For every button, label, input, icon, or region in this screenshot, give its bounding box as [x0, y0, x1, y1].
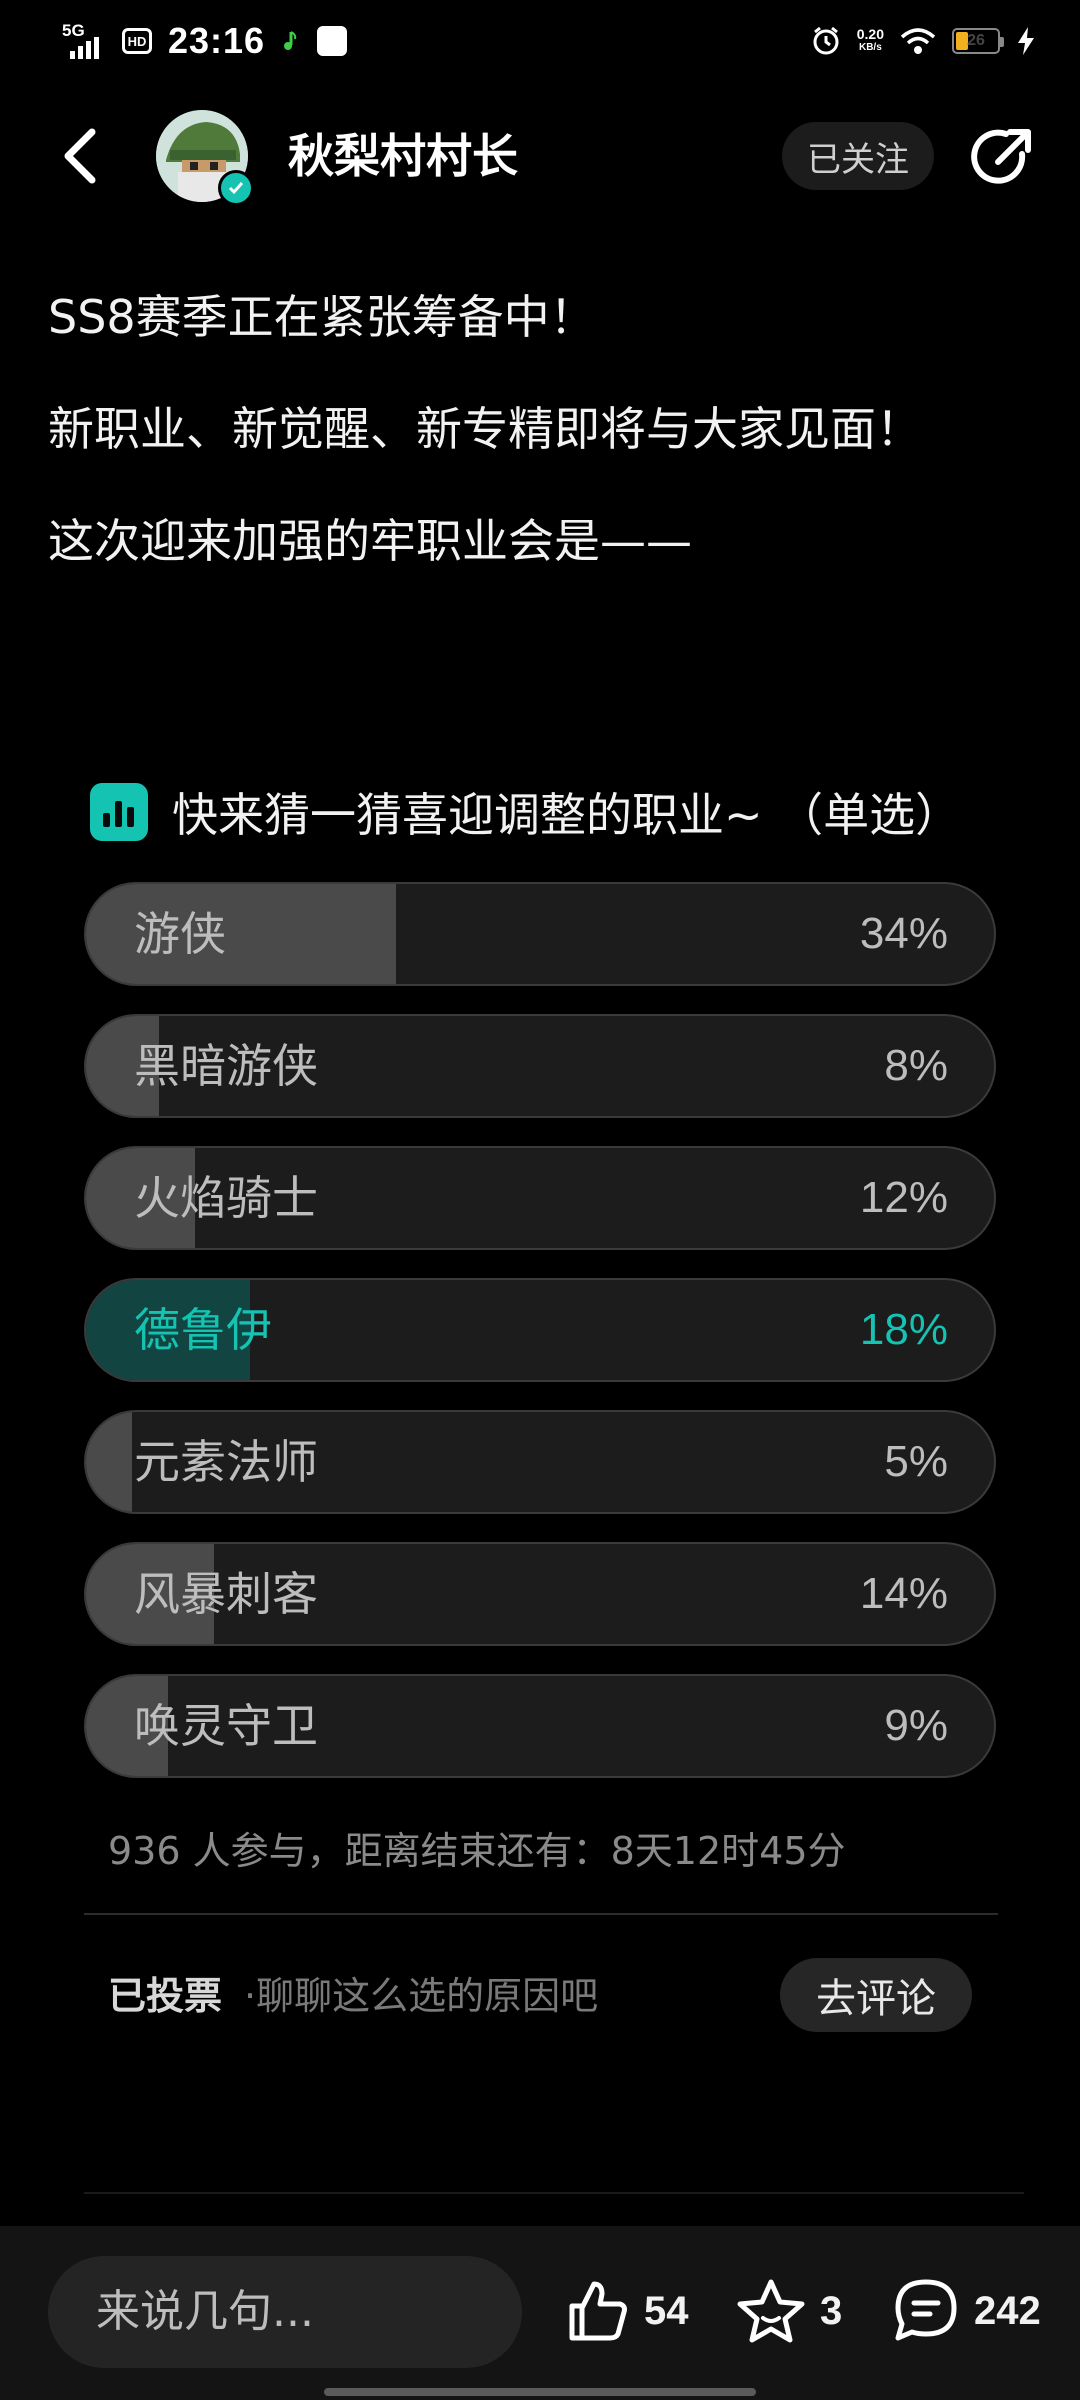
poll-option-percent: 5%: [884, 1437, 948, 1486]
author-name[interactable]: 秋梨村村长: [288, 128, 518, 184]
post-paragraph: SS8赛季正在紧张筹备中！: [48, 290, 596, 344]
status-time: 23:16: [168, 20, 266, 61]
poll-chart-icon: [90, 783, 148, 841]
poll-option-progress: [86, 884, 396, 984]
post-header: 秋梨村村长 已关注: [0, 100, 1080, 212]
poll-option-label: 德鲁伊: [134, 1303, 272, 1357]
post-paragraph: 新职业、新觉醒、新专精即将与大家见面！: [48, 402, 922, 456]
comment-count: 242: [974, 2288, 1041, 2333]
poll-option[interactable]: 元素法师 5%: [84, 1410, 996, 1514]
divider: [84, 2192, 1024, 2194]
status-bar: 5G HD 23:16 0.20 KB/s 26: [0, 0, 1080, 80]
poll-option-percent: 14%: [859, 1569, 948, 1618]
poll-option-label: 风暴刺客: [134, 1567, 318, 1621]
home-indicator[interactable]: [324, 2388, 756, 2396]
wifi-icon: [900, 28, 936, 54]
post-paragraph: 这次迎来加强的牢职业会是——: [48, 514, 692, 568]
voted-hint: ·聊聊这么选的原因吧: [244, 1974, 599, 2018]
comment-bubble-icon: [895, 2279, 957, 2341]
verified-badge-icon: [218, 170, 254, 206]
poll-option-label: 火焰骑士: [134, 1171, 318, 1225]
alarm-icon: [813, 26, 839, 55]
poll-header: 快来猜一猜喜迎调整的职业~ （单选）: [90, 780, 961, 844]
cellular-signal-icon: 5G: [62, 21, 110, 61]
back-button[interactable]: [50, 120, 110, 192]
notification-app-icon: [317, 26, 348, 56]
hd-icon: HD: [122, 28, 152, 54]
speed-value: 0.20: [856, 26, 884, 42]
like-count: 54: [644, 2288, 689, 2333]
comment-input[interactable]: 来说几句...: [48, 2256, 522, 2368]
poll-option-progress: [86, 1412, 132, 1512]
favorite-button[interactable]: 3: [736, 2270, 842, 2352]
like-button[interactable]: 54: [564, 2270, 689, 2352]
network-speed: 0.20 KB/s: [857, 27, 884, 55]
voted-label: 已投票: [108, 1974, 223, 2018]
poll-option-label: 黑暗游侠: [134, 1039, 318, 1093]
poll-option-percent: 9%: [884, 1701, 948, 1750]
thumbs-up-icon: [569, 2281, 627, 2341]
battery-level: 26: [967, 32, 985, 49]
poll-option-percent: 18%: [859, 1305, 948, 1354]
poll-option-label: 唤灵守卫: [134, 1699, 318, 1753]
go-comment-button[interactable]: 去评论: [780, 1958, 972, 2032]
poll-stats: 936 人参与，距离结束还有：8天12时45分: [108, 1829, 846, 1873]
follow-button[interactable]: 已关注: [782, 122, 934, 190]
poll-option[interactable]: 唤灵守卫 9%: [84, 1674, 996, 1778]
poll-option[interactable]: 黑暗游侠 8%: [84, 1014, 996, 1118]
voted-row: 已投票 ·聊聊这么选的原因吧 去评论: [108, 1958, 972, 2034]
comments-button[interactable]: 242: [892, 2270, 1041, 2352]
battery-icon: 26: [952, 28, 1004, 54]
divider: [84, 1913, 998, 1915]
poll-option[interactable]: 风暴刺客 14%: [84, 1542, 996, 1646]
poll-option-percent: 12%: [859, 1173, 948, 1222]
poll-option-percent: 34%: [859, 909, 948, 958]
music-note-icon: [284, 31, 297, 50]
poll-option[interactable]: 德鲁伊 18%: [84, 1278, 996, 1382]
poll-title: 快来猜一猜喜迎调整的职业~ （单选）: [172, 788, 962, 842]
favorite-count: 3: [820, 2288, 843, 2333]
share-button[interactable]: [966, 122, 1038, 194]
speed-unit: KB/s: [858, 42, 882, 53]
poll-option-label: 元素法师: [134, 1435, 318, 1489]
poll-option-percent: 8%: [884, 1041, 948, 1090]
chevron-left-icon: [64, 128, 96, 184]
share-icon: [971, 129, 1031, 184]
poll-option-label: 游侠: [134, 907, 226, 961]
bottom-action-bar: 来说几句... 54 3 242: [0, 2226, 1080, 2400]
poll-option[interactable]: 游侠 34%: [84, 882, 996, 986]
poll-option[interactable]: 火焰骑士 12%: [84, 1146, 996, 1250]
charging-icon: [1018, 27, 1034, 55]
star-icon: [737, 2279, 805, 2343]
post-body: SS8赛季正在紧张筹备中！ 新职业、新觉醒、新专精即将与大家见面！ 这次迎来加强…: [48, 270, 1028, 606]
